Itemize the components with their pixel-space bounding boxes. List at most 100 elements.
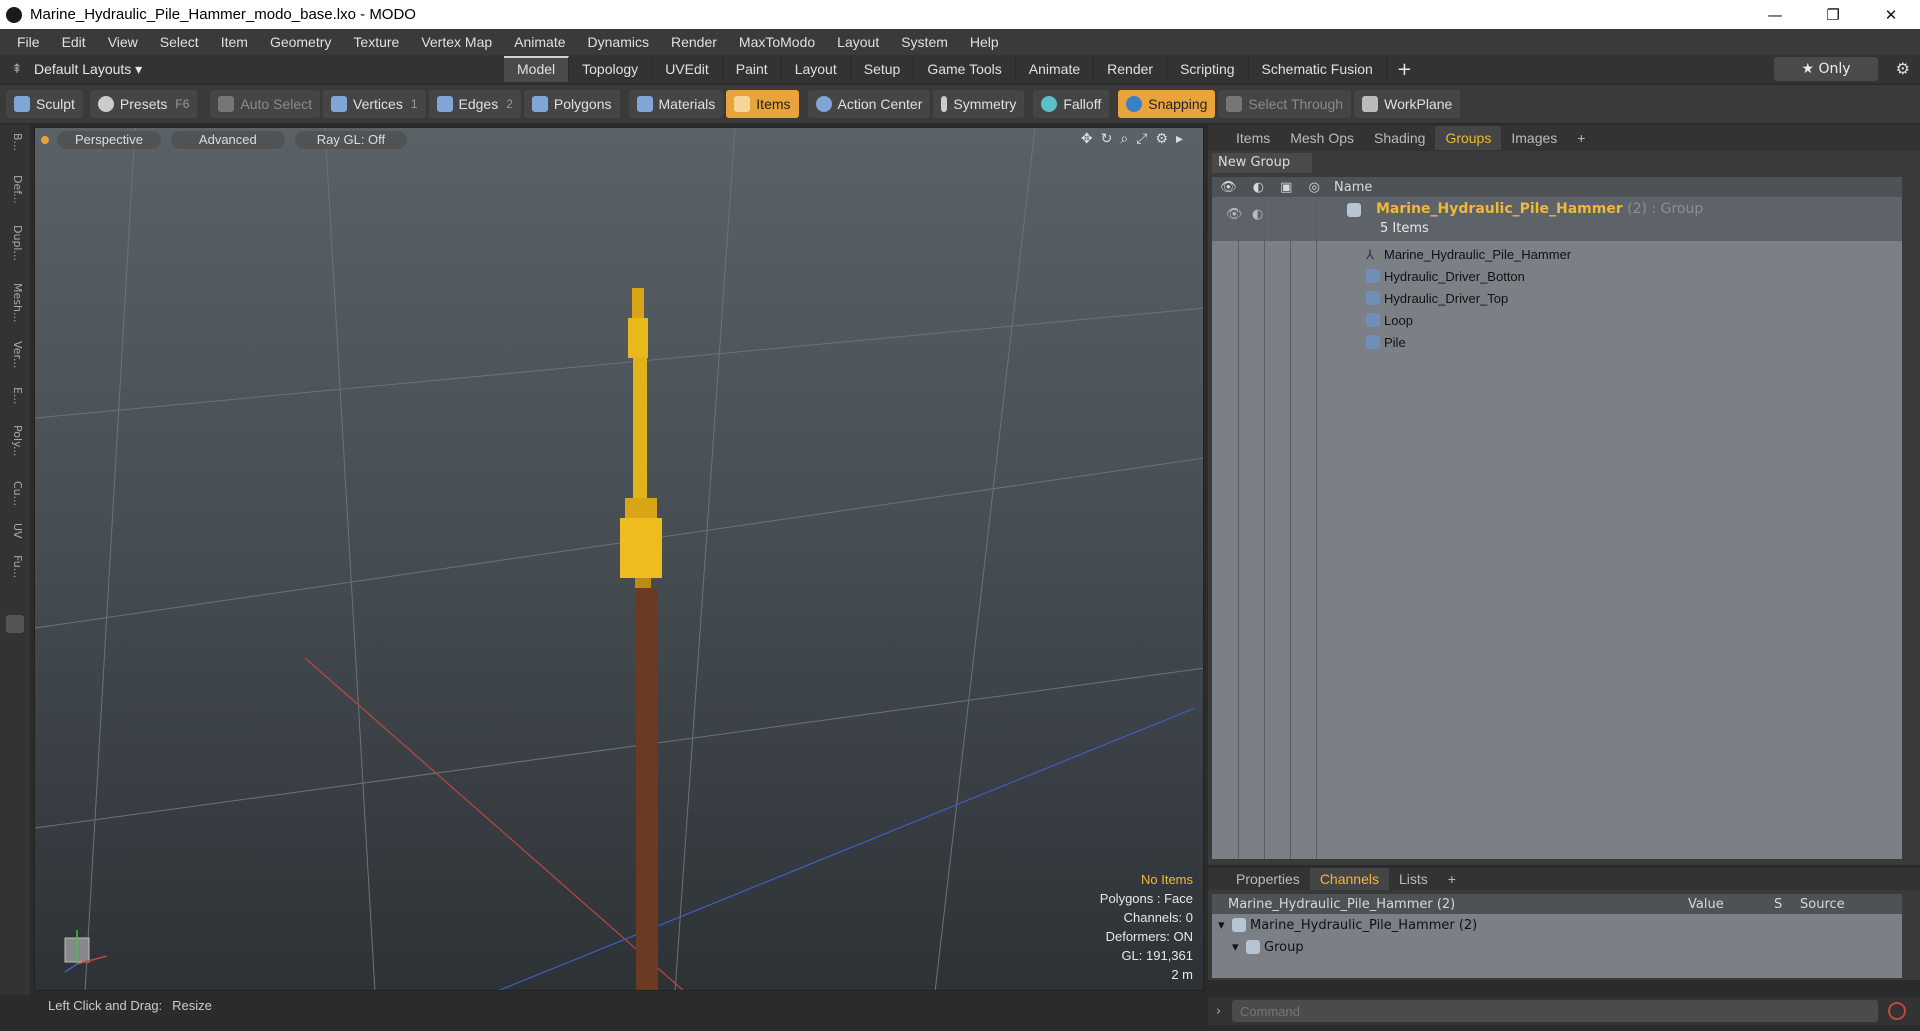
channels-name-header[interactable]: Marine_Hydraulic_Pile_Hammer (2) xyxy=(1212,897,1684,912)
group-render-icon[interactable]: ◐ xyxy=(1252,207,1263,222)
expand-arrow-icon[interactable]: ▾ xyxy=(1218,918,1232,933)
rotate-view-icon[interactable]: ↻ xyxy=(1101,131,1113,147)
tab-game-tools[interactable]: Game Tools xyxy=(914,56,1016,82)
select-through-button[interactable]: Select Through xyxy=(1218,90,1352,118)
strip-tab-mesh[interactable]: Mesh... xyxy=(6,283,24,322)
sculpt-button[interactable]: Sculpt xyxy=(6,90,83,118)
symmetry-button[interactable]: Symmetry xyxy=(933,90,1025,118)
select-icon[interactable]: ◎ xyxy=(1309,180,1320,195)
tab-shading[interactable]: Shading xyxy=(1364,130,1435,146)
snapping-button[interactable]: Snapping xyxy=(1118,90,1216,118)
items-button[interactable]: Items xyxy=(726,90,799,118)
expand-arrow-icon[interactable]: ▾ xyxy=(1232,940,1246,955)
strip-tab-vertex[interactable]: Ver... xyxy=(6,341,24,368)
strip-tab-deform[interactable]: Def... xyxy=(6,175,24,204)
menu-geometry[interactable]: Geometry xyxy=(259,34,342,50)
tab-animate[interactable]: Animate xyxy=(1016,56,1095,82)
tab-schematic-fusion[interactable]: Schematic Fusion xyxy=(1249,56,1387,82)
fit-view-icon[interactable]: ⤢ xyxy=(1136,131,1147,147)
lock-icon[interactable]: ▣ xyxy=(1280,180,1292,195)
tab-groups[interactable]: Groups xyxy=(1435,126,1502,150)
menu-file[interactable]: File xyxy=(6,34,51,50)
group-eye-icon[interactable]: 👁 xyxy=(1226,207,1243,222)
table-row[interactable]: ▾ Group xyxy=(1212,936,1902,958)
strip-tab-uv[interactable]: UV xyxy=(6,523,24,539)
presets-button[interactable]: Presets F6 xyxy=(89,90,198,118)
polygons-button[interactable]: Polygons xyxy=(523,90,620,118)
tab-render[interactable]: Render xyxy=(1094,56,1168,82)
render-icon[interactable]: ◐ xyxy=(1253,180,1264,195)
channels-value-header[interactable]: Value xyxy=(1684,897,1774,912)
add-channels-tab-button[interactable]: + xyxy=(1438,871,1466,887)
layout-dropdown[interactable]: Default Layouts ▾ xyxy=(34,61,504,78)
tab-uvedit[interactable]: UVEdit xyxy=(652,56,723,82)
list-item[interactable]: Hydraulic_Driver_Top xyxy=(1366,287,1508,309)
materials-button[interactable]: Materials xyxy=(628,90,724,118)
gear-icon[interactable]: ⚙ xyxy=(1896,59,1910,78)
tab-layout[interactable]: Layout xyxy=(782,56,851,82)
close-button[interactable]: ✕ xyxy=(1862,0,1920,29)
raygl-button[interactable]: Ray GL: Off xyxy=(294,131,408,149)
vertices-button[interactable]: Vertices 1 xyxy=(323,90,426,118)
strip-tab-edge[interactable]: E... xyxy=(6,387,24,404)
menu-help[interactable]: Help xyxy=(959,34,1010,50)
add-panel-tab-button[interactable]: + xyxy=(1567,130,1595,146)
new-group-button[interactable]: New Group xyxy=(1212,153,1312,173)
only-button[interactable]: ★ Only xyxy=(1774,57,1878,81)
viewport-dot-icon[interactable] xyxy=(41,136,49,144)
zoom-view-icon[interactable]: ⌕ xyxy=(1120,131,1128,147)
workplane-button[interactable]: WorkPlane xyxy=(1354,90,1461,118)
menu-vertex-map[interactable]: Vertex Map xyxy=(410,34,503,50)
record-icon[interactable] xyxy=(1888,1002,1906,1020)
move-view-icon[interactable]: ✥ xyxy=(1081,131,1093,147)
advanced-button[interactable]: Advanced xyxy=(170,131,285,149)
tab-paint[interactable]: Paint xyxy=(723,56,782,82)
table-row[interactable]: ▾ Marine_Hydraulic_Pile_Hammer (2) xyxy=(1212,914,1902,936)
channels-s-header[interactable]: S xyxy=(1774,897,1794,912)
tab-scripting[interactable]: Scripting xyxy=(1167,56,1249,82)
strip-tab-duplicate[interactable]: Dupl... xyxy=(6,225,24,261)
channels-source-header[interactable]: Source xyxy=(1794,897,1845,912)
menu-texture[interactable]: Texture xyxy=(342,34,410,50)
pin-icon[interactable]: ⇞ xyxy=(0,62,34,77)
action-center-button[interactable]: Action Center xyxy=(807,90,931,118)
menu-system[interactable]: System xyxy=(890,34,959,50)
tab-items[interactable]: Items xyxy=(1226,130,1280,146)
minimize-button[interactable]: — xyxy=(1746,0,1804,29)
tab-lists[interactable]: Lists xyxy=(1389,871,1438,887)
tab-topology[interactable]: Topology xyxy=(569,56,653,82)
tab-mesh-ops[interactable]: Mesh Ops xyxy=(1280,130,1364,146)
edges-button[interactable]: Edges 2 xyxy=(428,90,521,118)
tab-channels[interactable]: Channels xyxy=(1309,868,1389,890)
list-item[interactable]: Loop xyxy=(1366,309,1413,331)
menu-item[interactable]: Item xyxy=(210,34,259,50)
name-column-header[interactable]: Name xyxy=(1334,180,1372,195)
strip-tab-fusion[interactable]: Fu... xyxy=(6,555,24,578)
menu-animate[interactable]: Animate xyxy=(503,34,576,50)
tab-properties[interactable]: Properties xyxy=(1226,871,1310,887)
add-tab-button[interactable]: + xyxy=(1397,59,1412,80)
menu-layout[interactable]: Layout xyxy=(826,34,890,50)
list-item[interactable]: Pile xyxy=(1366,331,1406,353)
tab-model[interactable]: Model xyxy=(504,56,570,82)
auto-select-button[interactable]: Auto Select xyxy=(210,90,321,118)
menu-maxtomodo[interactable]: MaxToModo xyxy=(728,34,826,50)
perspective-button[interactable]: Perspective xyxy=(57,131,161,149)
command-input[interactable] xyxy=(1232,1000,1878,1022)
maximize-button[interactable]: ❐ xyxy=(1804,0,1862,29)
strip-expand-button[interactable] xyxy=(6,615,24,633)
tab-images[interactable]: Images xyxy=(1501,130,1567,146)
strip-tab-polygon[interactable]: Poly... xyxy=(6,425,24,456)
viewport-settings-icon[interactable]: ⚙ xyxy=(1155,131,1168,147)
list-item[interactable]: Hydraulic_Driver_Botton xyxy=(1366,265,1525,287)
menu-dynamics[interactable]: Dynamics xyxy=(577,34,660,50)
menu-view[interactable]: View xyxy=(97,34,149,50)
falloff-button[interactable]: Falloff xyxy=(1033,90,1110,118)
viewport-more-icon[interactable]: ▸ xyxy=(1176,131,1183,147)
menu-select[interactable]: Select xyxy=(149,34,210,50)
tab-setup[interactable]: Setup xyxy=(851,56,915,82)
3d-viewport[interactable]: Perspective Advanced Ray GL: Off ✥ ↻ ⌕ ⤢… xyxy=(34,127,1204,991)
strip-tab-basic[interactable]: B... xyxy=(6,133,24,151)
menu-render[interactable]: Render xyxy=(660,34,728,50)
menu-edit[interactable]: Edit xyxy=(51,34,97,50)
